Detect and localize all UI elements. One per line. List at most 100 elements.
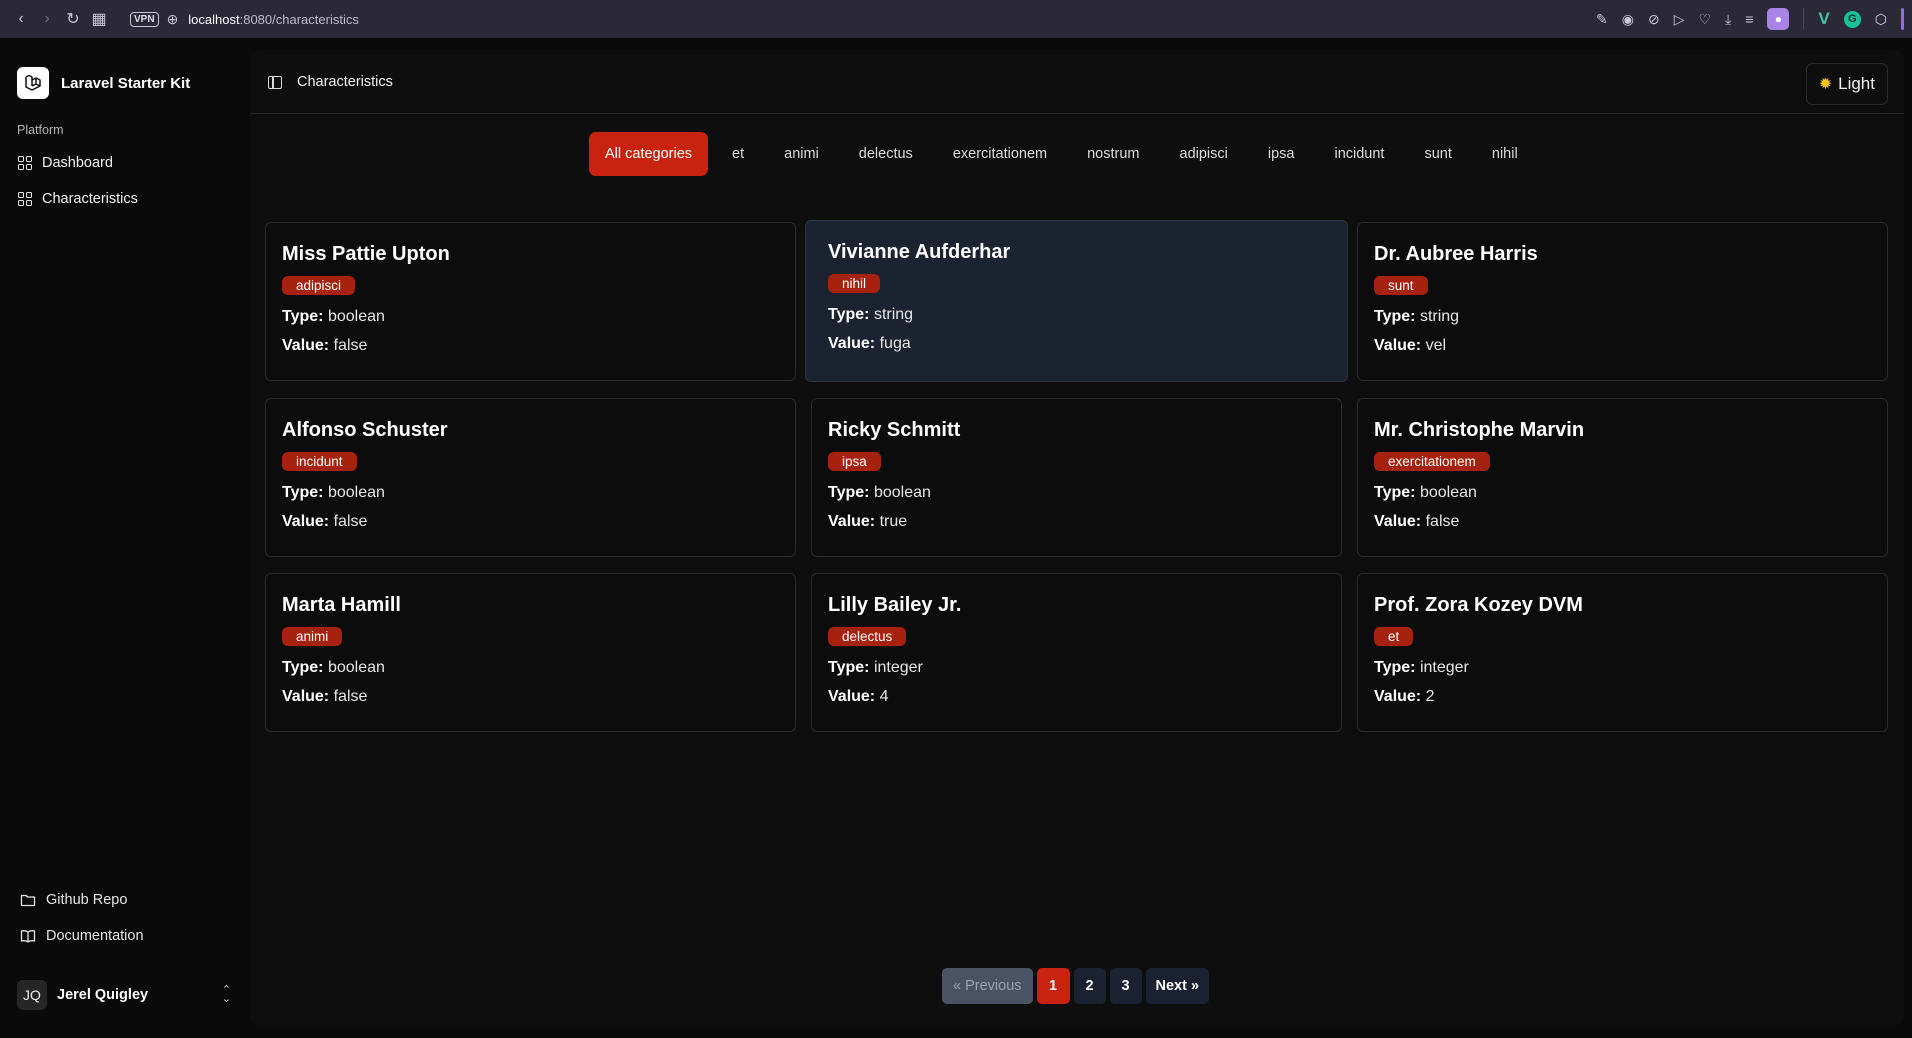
play-icon[interactable]: ▷ [1674, 11, 1685, 28]
sidebar-item-characteristics[interactable]: Characteristics [12, 182, 238, 216]
forward-icon[interactable]: › [34, 10, 60, 28]
github-repo-link[interactable]: Github Repo [20, 892, 127, 908]
type-value: boolean [327, 659, 385, 676]
page-button-1[interactable]: 1 [1036, 968, 1070, 1004]
characteristic-card[interactable]: Miss Pattie Upton adipisci Type: boolean… [265, 222, 796, 381]
type-value: boolean [1419, 484, 1477, 501]
type-value: boolean [327, 308, 385, 325]
heart-icon[interactable]: ♡ [1698, 11, 1711, 28]
card-title: Miss Pattie Upton [282, 243, 450, 265]
vpn-badge[interactable]: VPN [130, 11, 159, 27]
vue-devtools-icon[interactable]: V [1818, 9, 1829, 29]
address-bar[interactable]: localhost:8080/characteristics [188, 12, 359, 27]
page-button-2[interactable]: 2 [1073, 968, 1106, 1004]
download-icon[interactable]: ⤓ [1725, 11, 1731, 28]
value-value: false [333, 513, 368, 530]
folder-icon [20, 894, 36, 907]
card-value: Value: 2 [1374, 688, 1871, 706]
characteristic-card[interactable]: Dr. Aubree Harris sunt Type: string Valu… [1357, 222, 1888, 381]
type-label: Type: [282, 659, 324, 676]
type-label: Type: [1374, 308, 1416, 325]
user-name: Jerel Quigley [57, 987, 149, 1003]
category-nihil[interactable]: nihil [1472, 132, 1538, 176]
layout-grid-icon [18, 156, 32, 170]
card-type: Type: integer [828, 659, 1325, 677]
card-type: Type: boolean [282, 484, 779, 502]
category-adipisci[interactable]: adipisci [1160, 132, 1248, 176]
category-nostrum[interactable]: nostrum [1067, 132, 1159, 176]
chevrons-up-down-icon: ⌃ ⌄ [221, 984, 231, 1005]
card-title: Vivianne Aufderhar [828, 241, 1011, 263]
laravel-logo-icon [17, 67, 49, 99]
section-label: Platform [17, 123, 64, 137]
theme-label: Light [1838, 74, 1875, 93]
characteristic-card[interactable]: Ricky Schmitt ipsa Type: boolean Value: … [811, 398, 1342, 557]
sidebar-edge-handle[interactable] [1901, 8, 1904, 30]
characteristic-card-hovered[interactable]: Vivianne Aufderhar nihil Type: string Va… [805, 220, 1348, 382]
category-ipsa[interactable]: ipsa [1248, 132, 1315, 176]
type-label: Type: [1374, 484, 1416, 501]
value-label: Value: [282, 513, 330, 530]
card-title: Lilly Bailey Jr. [828, 594, 962, 616]
category-incidunt[interactable]: incidunt [1314, 132, 1404, 176]
category-delectus[interactable]: delectus [839, 132, 933, 176]
back-icon[interactable]: ‹ [8, 10, 34, 28]
edit-icon[interactable]: ✎ [1596, 11, 1608, 28]
category-exercitationem[interactable]: exercitationem [933, 132, 1067, 176]
card-value: Value: false [282, 337, 779, 355]
tabs-grid-icon[interactable]: ▦ [86, 9, 112, 29]
value-label: Value: [828, 335, 876, 352]
app-name: Laravel Starter Kit [61, 74, 191, 92]
camera-icon[interactable]: ◉ [1622, 11, 1634, 28]
profile-icon[interactable]: ● [1767, 8, 1790, 30]
brand[interactable]: Laravel Starter Kit [17, 67, 190, 99]
characteristics-grid: Miss Pattie Upton adipisci Type: boolean… [265, 220, 1888, 732]
value-value: vel [1425, 337, 1447, 354]
value-value: true [879, 513, 908, 530]
reload-icon[interactable]: ↻ [60, 9, 86, 29]
characteristic-card[interactable]: Prof. Zora Kozey DVM et Type: integer Va… [1357, 573, 1888, 732]
type-label: Type: [282, 484, 324, 501]
value-label: Value: [282, 337, 330, 354]
category-badge: sunt [1374, 276, 1428, 295]
menu-icon[interactable]: ≡ [1745, 11, 1753, 27]
globe-icon: ⊕ [166, 10, 179, 27]
grammarly-icon[interactable]: G [1843, 10, 1861, 28]
type-value: integer [1419, 659, 1469, 676]
shield-icon[interactable]: ⊘ [1648, 11, 1660, 28]
next-page-button[interactable]: Next » [1145, 968, 1210, 1004]
page-button-3[interactable]: 3 [1109, 968, 1142, 1004]
type-label: Type: [828, 484, 870, 501]
card-type: Type: string [828, 306, 1331, 324]
book-open-icon [20, 930, 36, 943]
characteristic-card[interactable]: Lilly Bailey Jr. delectus Type: integer … [811, 573, 1342, 732]
characteristic-card[interactable]: Mr. Christophe Marvin exercitationem Typ… [1357, 398, 1888, 557]
value-value: 2 [1425, 688, 1435, 705]
sidebar-item-label: Dashboard [42, 155, 113, 171]
sidebar-toggle-icon[interactable] [268, 76, 282, 89]
documentation-link[interactable]: Documentation [20, 928, 144, 944]
category-all[interactable]: All categories [589, 132, 709, 176]
sun-icon: ✹ [1818, 76, 1833, 93]
category-et[interactable]: et [712, 132, 764, 176]
toolbar-divider [1803, 8, 1805, 30]
card-title: Prof. Zora Kozey DVM [1374, 594, 1583, 616]
value-label: Value: [828, 513, 876, 530]
category-animi[interactable]: animi [764, 132, 839, 176]
header: Characteristics ✹ Light [250, 50, 1904, 114]
user-menu[interactable]: JQ Jerel Quigley ⌃ ⌄ [17, 978, 231, 1012]
card-type: Type: boolean [282, 659, 779, 677]
characteristic-card[interactable]: Marta Hamill animi Type: boolean Value: … [265, 573, 796, 732]
value-value: false [333, 337, 368, 354]
characteristic-card[interactable]: Alfonso Schuster incidunt Type: boolean … [265, 398, 796, 557]
sidebar-item-dashboard[interactable]: Dashboard [12, 146, 238, 180]
main-panel: Characteristics ✹ Light All categories e… [250, 50, 1904, 1026]
extensions-icon[interactable]: ⬡ [1875, 11, 1887, 28]
category-sunt[interactable]: sunt [1404, 132, 1471, 176]
card-title: Dr. Aubree Harris [1374, 243, 1538, 265]
value-value: false [1425, 513, 1460, 530]
theme-toggle-button[interactable]: ✹ Light [1805, 63, 1888, 105]
previous-page-button[interactable]: « Previous [942, 968, 1033, 1004]
card-value: Value: vel [1374, 337, 1871, 355]
card-type: Type: boolean [1374, 484, 1871, 502]
